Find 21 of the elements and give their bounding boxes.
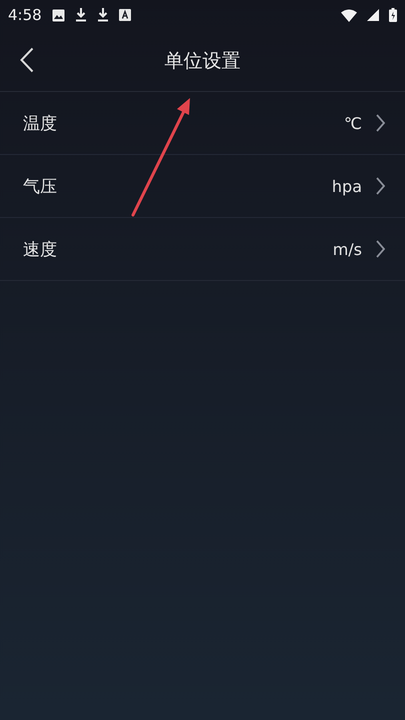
settings-row[interactable]: 速度 m/s xyxy=(0,218,405,281)
download-icon xyxy=(96,8,109,22)
setting-value: ℃ xyxy=(344,114,362,132)
setting-label: 速度 xyxy=(23,238,58,260)
download-icon xyxy=(74,8,87,22)
chevron-icon xyxy=(376,114,385,132)
status-time: 4:58 xyxy=(8,6,42,24)
back-icon xyxy=(20,47,34,73)
page-title: 单位设置 xyxy=(164,48,240,74)
settings-row[interactable]: 气压 hpa xyxy=(0,155,405,218)
chevron-icon xyxy=(376,177,385,195)
wifi-icon xyxy=(341,8,357,22)
setting-label: 气压 xyxy=(23,176,58,198)
image-icon xyxy=(52,8,65,22)
setting-value: hpa xyxy=(332,176,362,196)
app-icon xyxy=(118,9,131,21)
setting-value: m/s xyxy=(332,240,362,258)
signal-icon xyxy=(367,9,379,21)
setting-label: 温度 xyxy=(23,112,58,134)
battery-icon xyxy=(389,8,397,22)
chevron-icon xyxy=(376,240,385,258)
